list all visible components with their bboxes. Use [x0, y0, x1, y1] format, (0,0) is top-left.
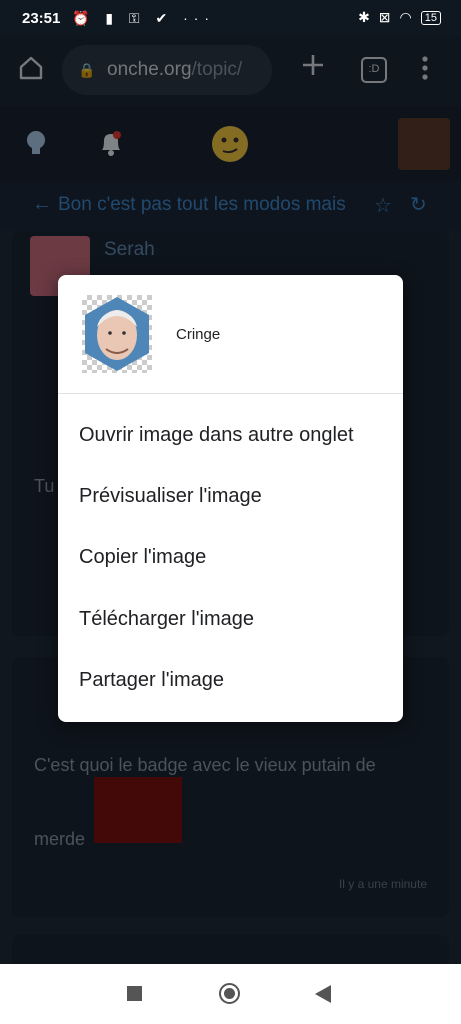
menu-item-download[interactable]: Télécharger l'image	[58, 589, 403, 649]
battery-icon: 15	[420, 10, 441, 25]
context-menu-title: Cringe	[176, 326, 221, 343]
system-nav-bar	[0, 964, 461, 1024]
menu-item-label: Partager l'image	[79, 669, 224, 691]
bluetooth-icon: ✱	[358, 9, 370, 25]
system-icons: ✱ ⊠ ◠ 15	[358, 9, 441, 26]
image-thumbnail	[82, 295, 152, 373]
sim-icon: ⊠	[378, 9, 391, 25]
battery-level: 15	[424, 11, 437, 24]
menu-item-share[interactable]: Partager l'image	[58, 650, 403, 710]
back-icon[interactable]	[315, 985, 331, 1008]
menu-item-preview[interactable]: Prévisualiser l'image	[58, 466, 403, 526]
menu-item-label: Ouvrir image dans autre onglet	[79, 424, 354, 446]
notification-icons: ⏰ ▮ ⚿ ✔ ···	[72, 10, 216, 26]
status-time: 23:51	[22, 10, 61, 27]
image-context-menu: Cringe Ouvrir image dans autre onglet Pr…	[58, 275, 403, 722]
recents-icon[interactable]	[127, 986, 142, 1001]
menu-item-label: Télécharger l'image	[79, 608, 255, 630]
menu-item-open-new-tab[interactable]: Ouvrir image dans autre onglet	[58, 405, 403, 465]
menu-item-label: Copier l'image	[79, 546, 207, 568]
status-bar: 23:51 ⏰ ▮ ⚿ ✔ ··· ✱ ⊠ ◠ 15	[0, 0, 461, 36]
home-nav-icon[interactable]	[219, 983, 240, 1004]
menu-item-label: Prévisualiser l'image	[79, 485, 262, 507]
menu-item-copy[interactable]: Copier l'image	[58, 527, 403, 587]
wifi-icon: ◠	[399, 9, 412, 25]
badge-image	[85, 297, 149, 371]
context-menu-header: Cringe	[58, 275, 403, 394]
